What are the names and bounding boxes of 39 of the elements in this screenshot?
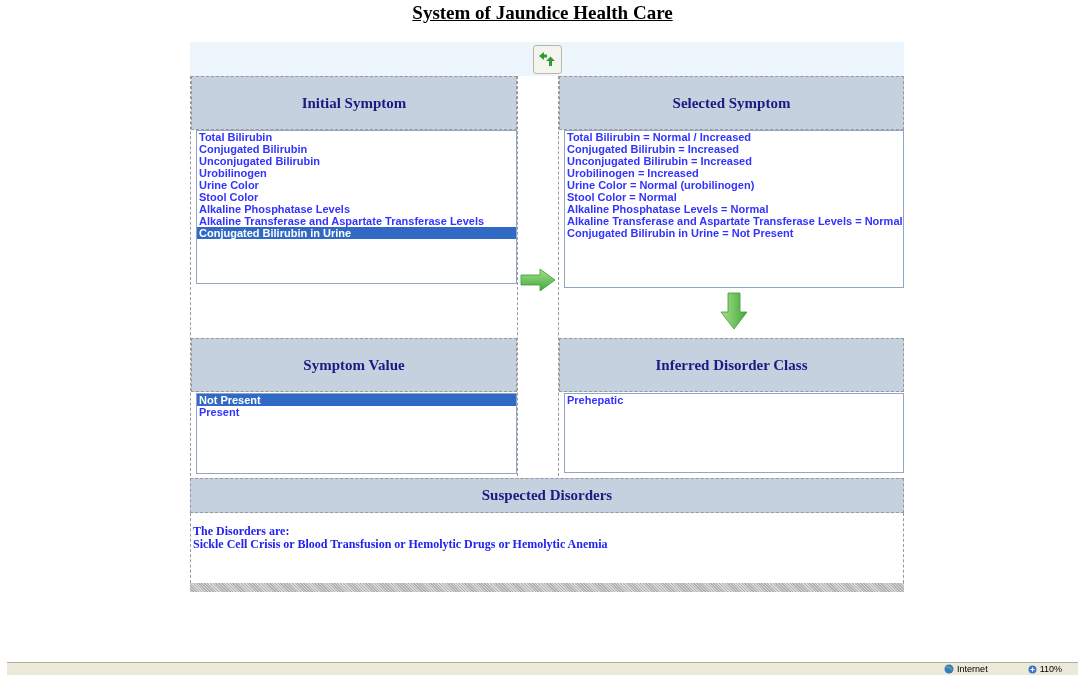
list-item[interactable]: Unconjugated Bilirubin xyxy=(197,155,516,167)
right-arrow-icon[interactable] xyxy=(520,268,556,294)
swap-arrows-icon xyxy=(538,51,556,67)
result-text: The Disorders are: xyxy=(193,525,291,538)
section-header: Initial Symptom xyxy=(191,76,517,130)
zone-label: Internet xyxy=(957,664,988,674)
list-item: Prehepatic xyxy=(566,394,625,406)
section-header: Selected Symptom xyxy=(559,76,904,130)
list-box[interactable] xyxy=(196,130,517,284)
page-title: System of Jaundice Health Care xyxy=(412,2,673,24)
zoom-icon xyxy=(1027,664,1037,674)
list-item: Urine Color = Normal (urobilinogen) xyxy=(566,179,756,191)
section-header: Inferred Disorder Class xyxy=(559,338,904,392)
list-item[interactable]: Conjugated Bilirubin xyxy=(197,143,516,155)
result-text: Sickle Cell Crisis or Blood Transfusion or Hemolytic Drugs or Hemolytic Anemia xyxy=(193,538,609,551)
list-item: Total Bilirubin = Normal / Increased xyxy=(566,131,753,143)
globe-icon xyxy=(944,664,955,674)
list-item: Unconjugated Bilirubin = Increased xyxy=(566,155,753,167)
list-item[interactable]: Not Present xyxy=(197,394,516,406)
list-item[interactable]: Stool Color xyxy=(197,191,516,203)
down-arrow-icon[interactable] xyxy=(720,292,748,330)
section-header: Suspected Disorders xyxy=(190,478,904,513)
list-item[interactable]: Alkaline Phosphatase Levels xyxy=(197,203,516,215)
list-item: Alkaline Phosphatase Levels = Normal xyxy=(566,203,770,215)
list-item: Conjugated Bilirubin in Urine = Not Present xyxy=(566,227,795,239)
zoom-button[interactable]: 110% xyxy=(1027,664,1062,674)
list-item: Urobilinogen = Increased xyxy=(566,167,700,179)
list-item[interactable]: Urobilinogen xyxy=(197,167,516,179)
list-item[interactable]: Alkaline Transferase and Aspartate Transferase Levels xyxy=(197,215,516,227)
list-box[interactable]: Not Present Present xyxy=(196,393,517,474)
list-item: Alkaline Transferase and Aspartate Transferase Levels = Normal xyxy=(566,215,903,227)
refresh-button[interactable] xyxy=(532,44,562,74)
list-item: Conjugated Bilirubin = Increased xyxy=(566,143,741,155)
section-header: Symptom Value xyxy=(191,338,517,392)
list-item: Stool Color = Normal xyxy=(566,191,678,203)
list-item[interactable]: Urine Color xyxy=(197,179,516,191)
list-item[interactable]: Present xyxy=(197,406,516,418)
list-item[interactable]: Total Bilirubin xyxy=(197,131,516,143)
list-item[interactable]: Conjugated Bilirubin in Urine xyxy=(197,227,516,239)
